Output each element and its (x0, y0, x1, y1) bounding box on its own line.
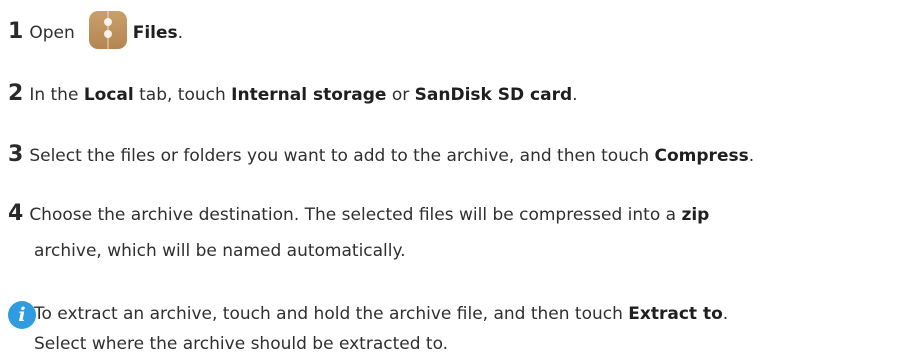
step-number: 2 (8, 81, 24, 106)
local-tab-label: Local (83, 85, 134, 105)
extract-to-label: Extract to (628, 304, 723, 324)
step-2: 2 In the Local tab, touch Internal storag… (8, 78, 578, 111)
step-4: 4 Choose the archive destination. The sel… (8, 198, 709, 231)
note-line-1: To extract an archive, touch and hold th… (34, 304, 729, 324)
app-name: Files (132, 23, 178, 43)
note-line-2: Select where the archive should be extra… (34, 334, 449, 354)
zip-label: zip (681, 205, 710, 225)
info-icon: i (8, 301, 36, 329)
files-app-icon (88, 11, 127, 49)
internal-storage-label: Internal storage (231, 85, 387, 105)
step-4-continuation: archive, which will be named automatical… (34, 241, 406, 261)
step-1: 1 Open Files. (8, 11, 183, 52)
step-number: 3 (8, 142, 24, 167)
step-number: 4 (8, 201, 24, 226)
step-3: 3 Select the files or folders you want to… (8, 139, 754, 172)
compress-label: Compress (654, 146, 749, 166)
step-number: 1 (8, 19, 24, 44)
sd-card-label: SanDisk SD card (414, 85, 573, 105)
step-text: Open (29, 23, 75, 43)
